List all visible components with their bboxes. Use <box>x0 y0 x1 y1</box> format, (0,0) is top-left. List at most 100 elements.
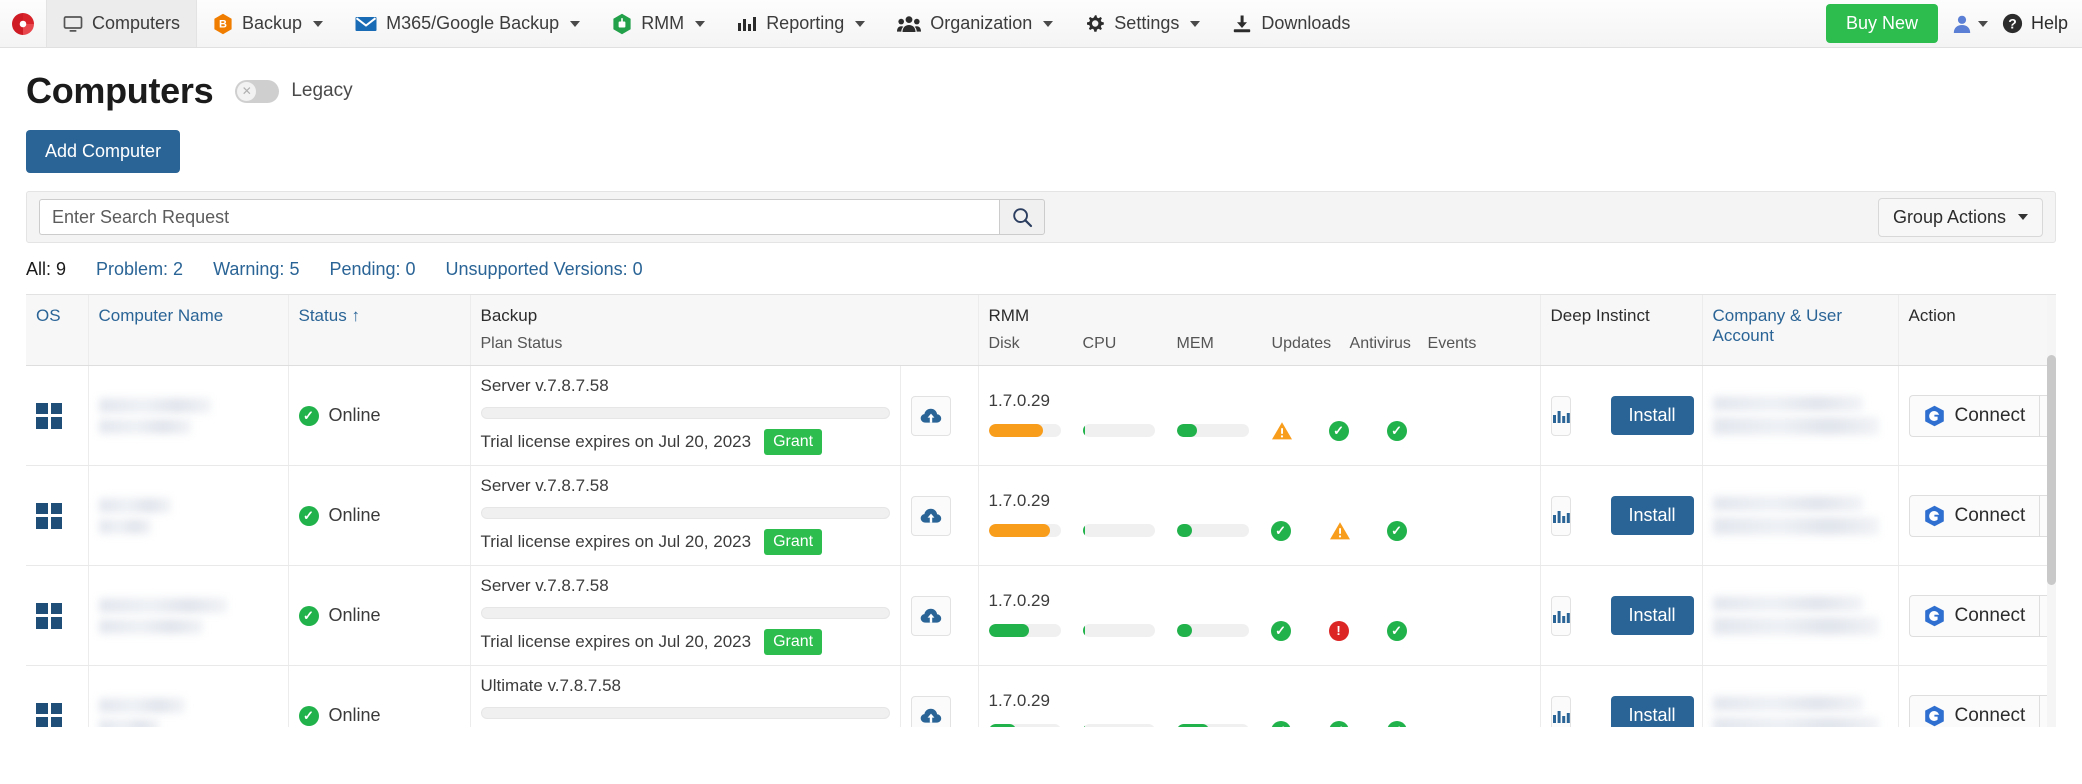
cloud-upload-button[interactable] <box>910 695 951 727</box>
filter-all[interactable]: All: 9 <box>26 259 66 280</box>
cloud-upload-button[interactable] <box>910 595 951 636</box>
search-input[interactable] <box>39 199 999 235</box>
cloud-upload-icon <box>920 508 941 523</box>
nav-item-downloads[interactable]: Downloads <box>1216 0 1366 47</box>
nav-item-backup[interactable]: B Backup <box>197 0 339 47</box>
nav-label-backup: Backup <box>242 13 303 33</box>
toolbar: Add Computer <box>0 112 2082 173</box>
nav-item-organization[interactable]: Organization <box>881 0 1069 47</box>
add-computer-button[interactable]: Add Computer <box>26 130 181 173</box>
table-row[interactable]: ✓ Online Server v.7.8.7.58 Trial license ex… <box>26 565 2056 666</box>
filter-pending[interactable]: Pending: 0 <box>329 259 415 280</box>
nav-item-m365-google-backup[interactable]: M365/Google Backup <box>339 0 596 47</box>
rmm-chart-button[interactable] <box>1550 495 1571 536</box>
user-menu[interactable] <box>1952 14 1988 34</box>
computer-name-redacted-2 <box>98 718 159 727</box>
install-button[interactable]: Install <box>1610 696 1694 727</box>
cell-computer-name[interactable] <box>88 665 289 727</box>
grant-button[interactable]: Grant <box>764 429 823 455</box>
computer-name-redacted <box>98 497 171 513</box>
connect-button[interactable]: Connect <box>1908 694 2040 727</box>
rmm-version: 1.7.0.29 <box>988 390 1050 410</box>
cloud-upload-button[interactable] <box>910 495 951 536</box>
nav-right-group: Buy New ? Help <box>1825 0 2082 47</box>
status-ok-icon: ✓ <box>298 505 319 526</box>
nav-item-rmm[interactable]: RMM <box>596 0 721 47</box>
column-header-os[interactable]: OS <box>26 295 89 366</box>
windows-icon <box>36 702 62 727</box>
column-header-computer-name[interactable]: Computer Name <box>88 295 289 366</box>
company-redacted <box>1712 696 1863 711</box>
help-link[interactable]: ? Help <box>2002 13 2068 34</box>
connect-button[interactable]: Connect <box>1908 494 2040 537</box>
antivirus-error-icon: ! <box>1328 620 1349 641</box>
group-actions-dropdown[interactable]: Group Actions <box>1877 197 2043 237</box>
antivirus-status: ✓ <box>1328 420 1387 441</box>
gear-icon <box>1087 14 1105 32</box>
status-label: Online <box>328 705 381 725</box>
computers-table: OS Computer Name Status ↑ Backup Plan St… <box>26 295 2056 727</box>
disk-meter <box>988 624 1061 637</box>
grant-button[interactable]: Grant <box>764 529 823 555</box>
brand-logo[interactable] <box>0 0 46 47</box>
rmm-chart-button[interactable] <box>1550 395 1571 436</box>
column-header-deep-instinct[interactable]: Deep Instinct <box>1540 295 1703 366</box>
column-subheader-updates: Updates <box>1271 335 1332 352</box>
table-vertical-scrollbar[interactable] <box>2047 295 2056 727</box>
rmm-chart-button[interactable] <box>1550 595 1571 636</box>
cell-company-user-account[interactable] <box>1702 565 1899 666</box>
legacy-label: Legacy <box>291 80 353 101</box>
cell-os <box>26 665 89 727</box>
search-bar: Group Actions <box>26 191 2056 243</box>
connect-button[interactable]: Connect <box>1908 594 2040 637</box>
column-header-rmm[interactable]: RMM Disk CPU MEM Updates Antivirus Event… <box>978 295 1541 366</box>
grant-button[interactable]: Grant <box>764 629 823 655</box>
antivirus-ok-icon: ✓ <box>1328 720 1349 727</box>
nav-item-computers[interactable]: Computers <box>46 0 198 47</box>
table-row[interactable]: ✓ Online Server v.7.8.7.58 Trial license ex… <box>26 365 2056 466</box>
filter-problem[interactable]: Problem: 2 <box>96 259 183 280</box>
backup-plan-name: Server v.7.8.7.58 <box>480 476 609 495</box>
table-row[interactable]: ✓ Online Ultimate v.7.8.7.58Trial license … <box>26 665 2056 727</box>
cell-computer-name[interactable] <box>88 565 289 666</box>
user-avatar-icon <box>1953 15 1971 33</box>
column-header-backup[interactable]: Backup Plan Status <box>470 295 979 366</box>
install-button[interactable]: Install <box>1610 396 1694 435</box>
help-label: Help <box>2030 13 2068 33</box>
backup-plan-name: Ultimate v.7.8.7.58 <box>480 676 621 695</box>
scrollbar-thumb[interactable] <box>2047 355 2056 585</box>
antivirus-status: ! <box>1328 620 1387 641</box>
mem-meter <box>1176 424 1249 437</box>
rmm-chart-button[interactable] <box>1550 695 1571 727</box>
cloud-upload-button[interactable] <box>910 395 951 436</box>
cell-company-user-account[interactable] <box>1702 665 1899 727</box>
page-title: Computers <box>26 70 214 111</box>
install-button[interactable]: Install <box>1610 496 1694 535</box>
column-header-status[interactable]: Status ↑ <box>288 295 471 366</box>
rmm-version: 1.7.0.29 <box>988 690 1050 710</box>
top-navigation-bar: Computers B Backup M365/Google Backup RM… <box>0 0 2082 48</box>
column-subheader-cpu: CPU <box>1082 335 1117 352</box>
nav-item-settings[interactable]: Settings <box>1069 0 1216 47</box>
cloud-upload-icon <box>920 408 941 423</box>
column-header-company-user-account[interactable]: Company & User Account <box>1702 295 1899 366</box>
filter-warning[interactable]: Warning: 5 <box>213 259 299 280</box>
column-header-action[interactable]: Action <box>1898 295 2056 366</box>
filter-unsupported-versions[interactable]: Unsupported Versions: 0 <box>446 259 643 280</box>
install-button[interactable]: Install <box>1610 596 1694 635</box>
mem-meter <box>1176 724 1249 727</box>
cell-deep-instinct: Install <box>1540 365 1703 466</box>
cell-rmm: 1.7.0.29 ✓ ✓ <box>978 465 1541 566</box>
disk-meter <box>988 524 1061 537</box>
buy-new-button[interactable]: Buy New <box>1825 4 1938 43</box>
cell-company-user-account[interactable] <box>1702 365 1899 466</box>
legacy-toggle[interactable]: ✕ <box>235 79 280 103</box>
connect-button[interactable]: Connect <box>1908 394 2040 437</box>
bar-chart-icon <box>1552 410 1570 423</box>
search-button[interactable] <box>999 199 1045 235</box>
cell-computer-name[interactable] <box>88 365 289 466</box>
cell-company-user-account[interactable] <box>1702 465 1899 566</box>
cell-computer-name[interactable] <box>88 465 289 566</box>
table-row[interactable]: ✓ Online Server v.7.8.7.58 Trial license ex… <box>26 465 2056 566</box>
nav-item-reporting[interactable]: Reporting <box>721 0 881 47</box>
